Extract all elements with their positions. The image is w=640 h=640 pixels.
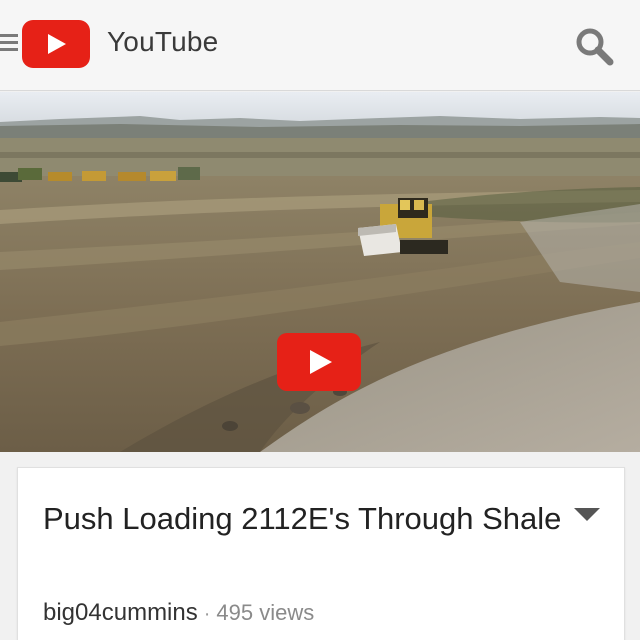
channel-name[interactable]: big04cummins [43, 599, 198, 626]
search-icon[interactable] [572, 24, 616, 68]
view-count: 495 views [216, 600, 315, 625]
video-info-card: Push Loading 2112E's Through Shale big04… [17, 467, 625, 640]
chevron-down-icon[interactable] [574, 506, 600, 522]
menu-icon[interactable] [0, 32, 18, 54]
youtube-logo-icon[interactable] [22, 20, 90, 68]
brand-name[interactable]: YouTube [107, 26, 218, 58]
play-icon[interactable] [277, 333, 361, 391]
video-thumbnail [0, 92, 640, 452]
video-title: Push Loading 2112E's Through Shale [43, 501, 562, 536]
video-player[interactable] [0, 92, 640, 452]
meta-separator: · [203, 603, 211, 625]
video-meta: big04cummins · 495 views [43, 599, 314, 627]
app: YouTube Push Loading 2112E's Through Sha… [0, 0, 640, 640]
app-header: YouTube [0, 0, 640, 91]
